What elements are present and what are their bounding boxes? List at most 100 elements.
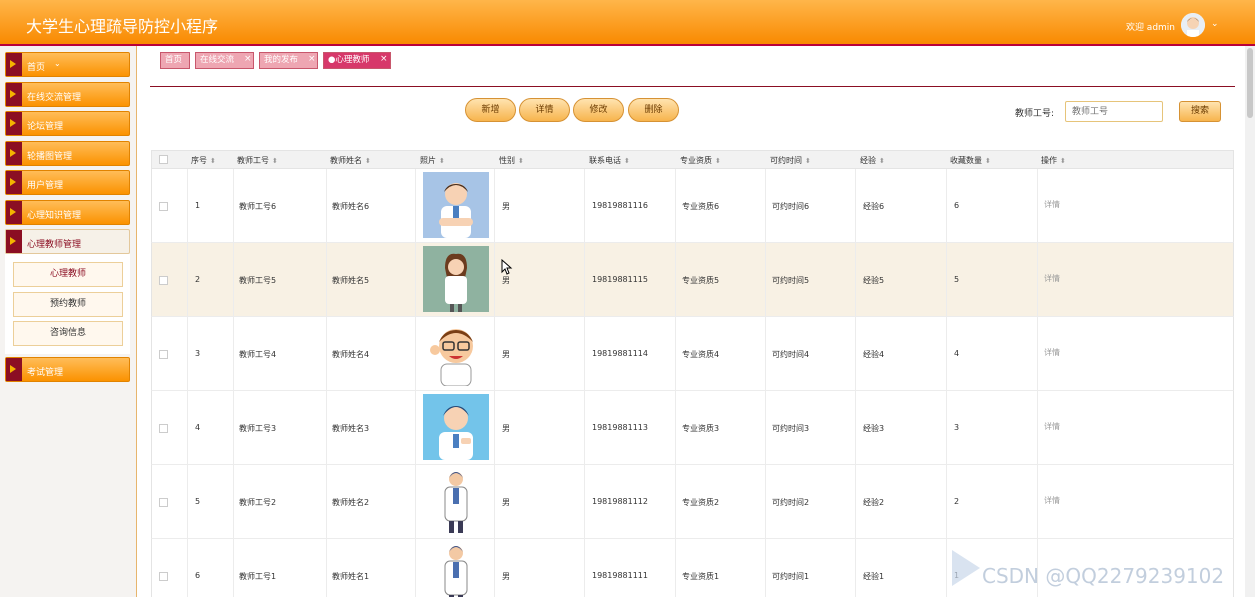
table-row[interactable]: 1 教师工号6 教师姓名6 男 19819881116 专业资质6 可约时间6 经验6 6 详情 [151,169,1234,243]
sort-icon[interactable]: ⬍ [805,157,811,165]
favorites-count: 5 [954,275,960,284]
sort-icon[interactable]: ⬍ [715,157,721,165]
tab-label: 我的发布 [264,55,299,65]
table-row[interactable]: 3 教师工号4 教师姓名4 男 19819881114 专业资质4 可约时间4 经验4 4 详情 [151,317,1234,391]
teacher-photo [423,542,489,597]
favorites-count: 2 [954,497,960,506]
column-divider [855,539,856,597]
close-icon[interactable]: × [308,52,316,67]
gender: 男 [502,572,510,581]
column-divider [187,539,188,597]
detail-button[interactable]: 详情 [519,98,570,122]
col-photo[interactable]: 照片 ⬍ [420,155,445,166]
teacher-photo [423,172,489,238]
column-divider [946,169,947,242]
col-experience[interactable]: 经验 ⬍ [860,155,885,166]
sidebar-item-label: 心理教师管理 [27,240,82,250]
sidebar-item-knowledge[interactable]: 心理知识管理 [5,200,130,225]
row-index: 6 [195,571,201,580]
delete-button[interactable]: 删除 [628,98,679,122]
sort-icon[interactable]: ⬍ [985,157,991,165]
sidebar-item-users[interactable]: 用户管理 [5,170,130,195]
search-button[interactable]: 搜索 [1179,101,1221,122]
row-checkbox[interactable] [159,424,168,433]
col-qualification[interactable]: 专业资质 ⬍ [680,155,721,166]
column-divider [765,539,766,597]
sidebar-item-chat[interactable]: 在线交流管理 [5,82,130,107]
row-checkbox[interactable] [159,498,168,507]
scrollbar[interactable] [1245,46,1255,597]
tab-teachers[interactable]: ●心理教师 × [323,52,391,69]
sidebar-item-label: 用户管理 [27,181,64,191]
qualification: 专业资质2 [682,498,720,507]
detail-link[interactable]: 详情 [1044,421,1060,432]
sidebar-item-label: 首页 [27,63,46,73]
detail-link[interactable]: 详情 [1044,199,1060,210]
column-divider [584,243,585,316]
tab-home[interactable]: 首页 [160,52,190,69]
favorites-count: 3 [954,423,960,432]
sort-icon[interactable]: ⬍ [879,157,885,165]
column-divider [584,169,585,242]
detail-link[interactable]: 详情 [1044,495,1060,506]
col-favorites[interactable]: 收藏数量 ⬍ [950,155,991,166]
scrollbar-thumb[interactable] [1247,48,1253,118]
menu-arrow-icon [6,201,22,224]
experience: 经验1 [863,572,885,581]
sidebar-item-exam[interactable]: 考试管理 [5,357,130,382]
table-row[interactable]: 4 教师工号3 教师姓名3 男 19819881113 专业资质3 可约时间3 经验3 3 详情 [151,391,1234,465]
detail-link[interactable]: 详情 [1044,347,1060,358]
tab-chat[interactable]: 在线交流 × [195,52,254,69]
phone: 19819881111 [592,571,648,580]
detail-link[interactable]: 详情 [1044,273,1060,284]
col-name[interactable]: 教师姓名 ⬍ [330,155,371,166]
col-label: 收藏数量 [950,156,982,165]
column-divider [494,539,495,597]
table-row[interactable]: 2 教师工号5 教师姓名5 男 19819881115 专业资质5 可约时间5 经验5 5 详情 [151,243,1234,317]
column-divider [675,391,676,464]
sort-icon[interactable]: ⬍ [210,157,216,165]
column-divider [233,391,234,464]
sidebar-item-carousel[interactable]: 轮播图管理 [5,141,130,166]
submenu-item-consult[interactable]: 咨询信息 [13,321,123,346]
col-id[interactable]: 教师工号 ⬍ [237,155,278,166]
tab-my-posts[interactable]: 我的发布 × [259,52,318,69]
tab-divider [150,86,1235,87]
sidebar-item-teachers[interactable]: 心理教师管理 [5,229,130,254]
sidebar-item-forum[interactable]: 论坛管理 [5,111,130,136]
edit-button[interactable]: 修改 [573,98,624,122]
gender: 男 [502,350,510,359]
table-row[interactable]: 5 教师工号2 教师姓名2 男 19819881112 专业资质2 可约时间2 经验2 2 详情 [151,465,1234,539]
submenu-item-appointments[interactable]: 预约教师 [13,292,123,317]
row-checkbox[interactable] [159,572,168,581]
sort-icon[interactable]: ⬍ [518,157,524,165]
available-time: 可约时间5 [772,276,810,285]
row-checkbox[interactable] [159,350,168,359]
col-gender[interactable]: 性别 ⬍ [499,155,524,166]
close-icon[interactable]: × [380,52,388,67]
col-time[interactable]: 可约时间 ⬍ [770,155,811,166]
submenu-item-teachers[interactable]: 心理教师 [13,262,123,287]
row-checkbox[interactable] [159,276,168,285]
col-index[interactable]: 序号 ⬍ [191,155,216,166]
user-avatar[interactable] [1181,13,1205,37]
teacher-name: 教师姓名6 [332,202,370,211]
col-phone[interactable]: 联系电话 ⬍ [589,155,630,166]
column-divider [415,465,416,538]
sort-icon[interactable]: ⬍ [439,157,445,165]
row-checkbox[interactable] [159,202,168,211]
search-input[interactable] [1065,101,1163,122]
row-index: 4 [195,423,201,432]
sort-icon[interactable]: ⬍ [624,157,630,165]
sort-icon[interactable]: ⬍ [1060,157,1066,165]
add-button[interactable]: 新增 [465,98,516,122]
menu-arrow-icon [6,171,22,194]
select-all-checkbox[interactable] [159,155,168,164]
sidebar-item-home[interactable]: 首页 ⌄ [5,52,130,77]
chevron-down-icon[interactable]: ⌄ [1211,19,1219,29]
available-time: 可约时间2 [772,498,810,507]
close-icon[interactable]: × [244,52,252,67]
sort-icon[interactable]: ⬍ [365,157,371,165]
teacher-name: 教师姓名1 [332,572,370,581]
sort-icon[interactable]: ⬍ [272,157,278,165]
